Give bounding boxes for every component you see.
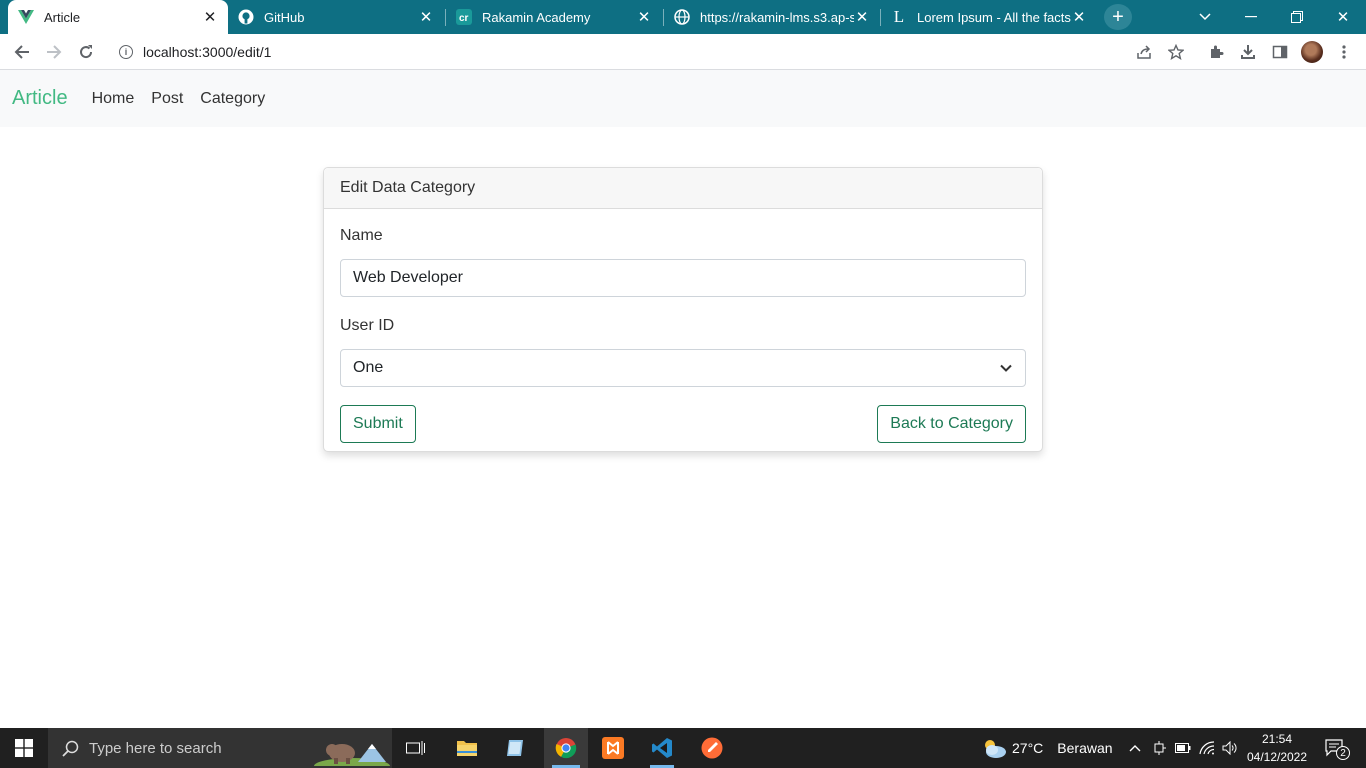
close-tab-icon[interactable]: ✕ xyxy=(202,8,218,26)
nav-link-post[interactable]: Post xyxy=(151,90,183,108)
url-text: localhost:3000/edit/1 xyxy=(143,44,272,60)
card-body: Name Web Developer User ID One Submit Ba… xyxy=(324,209,1042,459)
userid-select-value: One xyxy=(353,359,384,376)
close-window-icon[interactable]: ✕ xyxy=(1320,0,1366,34)
tab-rakamin-lms[interactable]: https://rakamin-lms.s3.ap-so ✕ xyxy=(664,0,880,34)
profile-avatar[interactable] xyxy=(1301,41,1323,63)
weather-description: Berawan xyxy=(1057,740,1113,756)
browser-toolbar: i localhost:3000/edit/1 xyxy=(0,34,1366,70)
download-icon[interactable] xyxy=(1234,38,1262,66)
new-tab-button[interactable]: + xyxy=(1104,4,1132,30)
name-input[interactable]: Web Developer xyxy=(340,259,1026,297)
search-placeholder: Type here to search xyxy=(89,739,222,757)
extensions-icon[interactable] xyxy=(1202,38,1230,66)
nav-link-home[interactable]: Home xyxy=(92,90,135,108)
form-actions: Submit Back to Category xyxy=(340,405,1026,443)
chevron-down-icon xyxy=(1000,364,1012,372)
wifi-icon[interactable] xyxy=(1196,728,1218,768)
chevron-up-icon[interactable] xyxy=(1124,728,1146,768)
address-bar[interactable]: i localhost:3000/edit/1 xyxy=(108,37,1198,67)
name-label: Name xyxy=(340,227,383,244)
search-highlight-illustration xyxy=(314,736,390,768)
userid-select[interactable]: One xyxy=(340,349,1026,387)
close-tab-icon[interactable]: ✕ xyxy=(636,8,652,26)
file-explorer-icon[interactable] xyxy=(448,728,486,768)
nav-link-category[interactable]: Category xyxy=(200,90,265,108)
share-icon[interactable] xyxy=(1130,38,1158,66)
clock-date: 04/12/2022 xyxy=(1246,750,1308,764)
site-info-icon[interactable]: i xyxy=(119,45,133,59)
clock-time: 21:54 xyxy=(1261,732,1293,746)
notification-center-icon[interactable]: 2 xyxy=(1320,728,1350,768)
back-to-category-button[interactable]: Back to Category xyxy=(877,405,1026,443)
globe-icon xyxy=(674,9,690,25)
restore-icon[interactable] xyxy=(1274,0,1320,34)
close-tab-icon[interactable]: ✕ xyxy=(418,8,434,26)
navbar-brand[interactable]: Article xyxy=(12,87,68,110)
notification-badge: 2 xyxy=(1336,746,1350,760)
lipsum-icon: L xyxy=(893,7,905,26)
name-input-value: Web Developer xyxy=(353,269,463,286)
edit-category-card: Edit Data Category Name Web Developer Us… xyxy=(323,167,1043,452)
userid-label: User ID xyxy=(340,317,395,334)
tab-github[interactable]: GitHub ✕ xyxy=(228,0,444,34)
side-panel-icon[interactable] xyxy=(1266,38,1294,66)
weather-cloudy-icon[interactable] xyxy=(980,728,1008,768)
volume-icon[interactable] xyxy=(1219,728,1241,768)
github-icon xyxy=(238,9,254,25)
tab-article[interactable]: Article ✕ xyxy=(8,0,228,34)
tab-rakamin[interactable]: cr Rakamin Academy ✕ xyxy=(446,0,662,34)
vscode-app-icon[interactable] xyxy=(642,728,682,768)
meet-now-icon[interactable] xyxy=(1150,728,1170,768)
search-icon xyxy=(62,740,79,757)
battery-icon[interactable] xyxy=(1172,728,1194,768)
vue-icon xyxy=(18,9,34,25)
weather-temperature: 27°C xyxy=(1012,740,1044,756)
task-view-icon[interactable] xyxy=(398,728,434,768)
minimize-icon[interactable] xyxy=(1228,0,1274,34)
windows-start-icon[interactable] xyxy=(0,728,48,768)
close-tab-icon[interactable]: ✕ xyxy=(854,8,870,26)
svg-text:cr: cr xyxy=(459,13,469,24)
windows-taskbar: Type here to search 27°C Berawan 21:54 0… xyxy=(0,728,1366,768)
bookmark-star-icon[interactable] xyxy=(1162,38,1190,66)
reload-icon[interactable] xyxy=(72,38,100,66)
xampp-app-icon[interactable] xyxy=(594,728,632,768)
browser-tab-strip: Article ✕ GitHub ✕ cr Rakamin Academy ✕ … xyxy=(0,0,1366,34)
menu-kebab-icon[interactable] xyxy=(1330,38,1358,66)
forward-icon[interactable] xyxy=(40,38,68,66)
back-icon[interactable] xyxy=(8,38,36,66)
card-header: Edit Data Category xyxy=(324,168,1042,209)
taskbar-search-box[interactable]: Type here to search xyxy=(48,728,392,768)
postman-app-icon[interactable] xyxy=(692,728,732,768)
submit-button[interactable]: Submit xyxy=(340,405,416,443)
tab-lorem-ipsum[interactable]: L Lorem Ipsum - All the facts - ✕ xyxy=(881,0,1097,34)
taskbar-clock[interactable]: 21:54 04/12/2022 xyxy=(1245,730,1309,766)
tab-search-icon[interactable] xyxy=(1182,0,1228,34)
close-tab-icon[interactable]: ✕ xyxy=(1071,8,1087,26)
chrome-app-icon[interactable] xyxy=(544,728,588,768)
app-navbar: Article Home Post Category xyxy=(0,70,1366,127)
notepad-app-icon[interactable] xyxy=(496,728,534,768)
weather-widget[interactable]: 27°C Berawan xyxy=(1012,728,1113,768)
rakamin-icon: cr xyxy=(456,9,472,25)
